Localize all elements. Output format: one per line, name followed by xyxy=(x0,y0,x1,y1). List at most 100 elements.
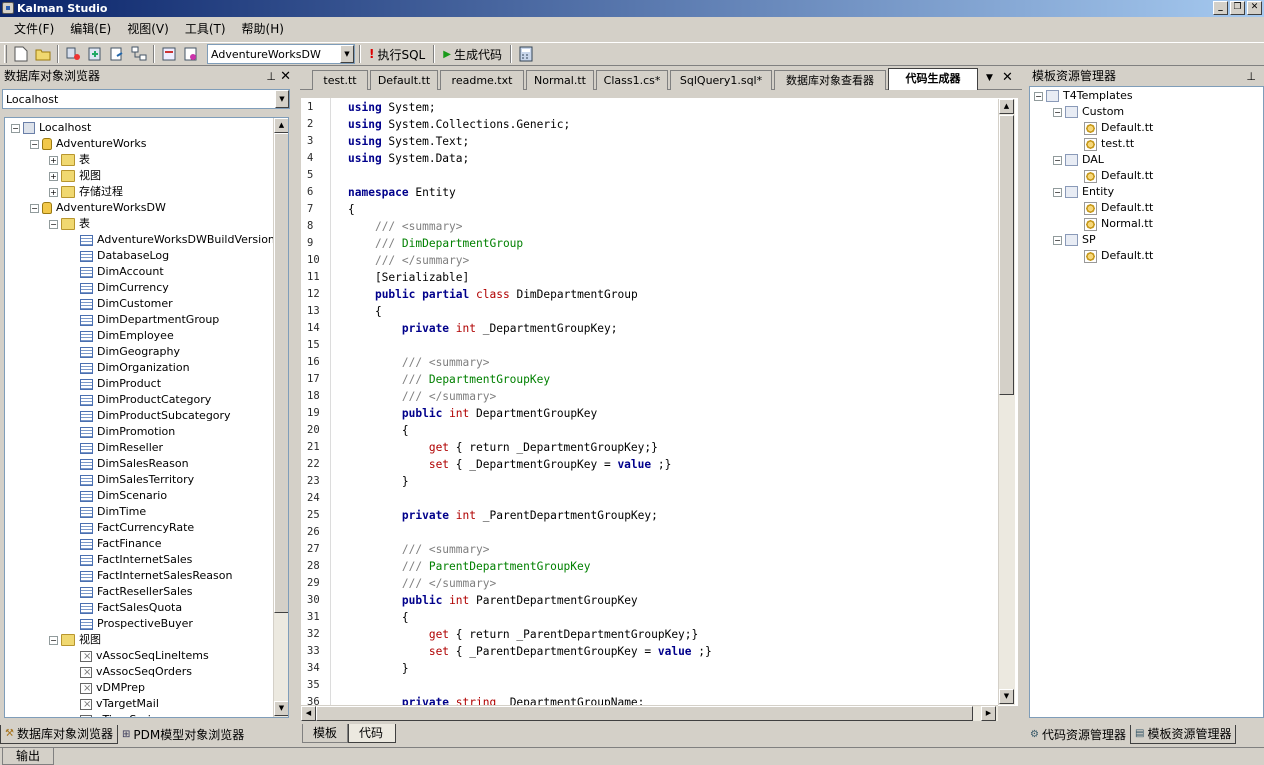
tree-node[interactable]: Default.tt xyxy=(1072,168,1153,184)
tree-node[interactable]: FactInternetSales xyxy=(68,552,192,568)
close-button[interactable]: ✕ xyxy=(1247,1,1262,15)
refresh-icon[interactable] xyxy=(85,44,105,64)
tab-code-explorer[interactable]: ⚙ 代码资源管理器 xyxy=(1026,725,1130,744)
scroll-thumb[interactable] xyxy=(274,133,288,613)
tree-node[interactable]: Normal.tt xyxy=(1072,216,1153,232)
tree-node[interactable]: − 视图 xyxy=(49,632,101,648)
collapse-icon[interactable]: − xyxy=(49,635,58,645)
tree-node[interactable]: Default.tt xyxy=(1072,120,1153,136)
tree-node[interactable]: DimTime xyxy=(68,504,146,520)
tree-node[interactable]: DimScenario xyxy=(68,488,167,504)
collapse-icon[interactable]: − xyxy=(1053,187,1062,197)
export-icon[interactable] xyxy=(107,44,127,64)
tree-node[interactable]: − SP xyxy=(1053,232,1096,248)
menu-edit[interactable]: 编辑(E) xyxy=(62,17,119,42)
tab-template[interactable]: 模板 xyxy=(302,724,349,743)
tree-node[interactable]: DimAccount xyxy=(68,264,164,280)
generate-code-button[interactable]: ▶ 生成代码 xyxy=(439,46,506,63)
menu-tools[interactable]: 工具(T) xyxy=(177,17,234,42)
tab-class1-cs[interactable]: Class1.cs* xyxy=(596,70,668,90)
tree-node[interactable]: − Localhost xyxy=(11,120,91,136)
tree-node[interactable]: − 表 xyxy=(49,216,90,232)
collapse-icon[interactable]: − xyxy=(11,123,20,133)
tree-node[interactable]: vTimeSeries xyxy=(68,712,163,717)
tab-readme-txt[interactable]: readme.txt xyxy=(440,70,524,90)
pdm-icon[interactable] xyxy=(159,44,179,64)
scroll-thumb[interactable] xyxy=(999,115,1014,395)
tab-db-object-viewer[interactable]: 数据库对象查看器 xyxy=(774,70,886,90)
tab-code[interactable]: 代码 xyxy=(348,724,397,743)
tree-node[interactable]: − Entity xyxy=(1053,184,1114,200)
tree-node[interactable]: Default.tt xyxy=(1072,248,1153,264)
open-folder-icon[interactable] xyxy=(33,44,53,64)
tree-node[interactable]: + 存储过程 xyxy=(49,184,123,200)
tree-node[interactable]: DimEmployee xyxy=(68,328,174,344)
pin-icon[interactable]: ⊥ xyxy=(266,67,276,86)
tree-node[interactable]: + 视图 xyxy=(49,168,101,184)
tab-default-tt[interactable]: Default.tt xyxy=(370,70,438,90)
collapse-icon[interactable]: − xyxy=(1053,155,1062,165)
tab-output[interactable]: 输出 xyxy=(2,748,54,765)
tree-node[interactable]: DimGeography xyxy=(68,344,180,360)
menu-view[interactable]: 视图(V) xyxy=(119,17,177,42)
tree-node[interactable]: DimProduct xyxy=(68,376,161,392)
chevron-down-icon[interactable]: ▼ xyxy=(340,45,354,63)
tree-node[interactable]: + 表 xyxy=(49,152,90,168)
tree-node[interactable]: DimProductSubcategory xyxy=(68,408,231,424)
editor-vertical-scrollbar[interactable]: ▲ ▼ xyxy=(998,99,1015,705)
tree-node[interactable]: FactInternetSalesReason xyxy=(68,568,232,584)
tree-node[interactable]: − T4Templates xyxy=(1034,88,1133,104)
execute-sql-button[interactable]: ! 执行SQL xyxy=(365,46,429,63)
close-icon[interactable]: ✕ xyxy=(280,67,291,86)
tree-node[interactable]: FactFinance xyxy=(68,536,162,552)
tab-test-tt[interactable]: test.tt xyxy=(312,70,368,90)
expand-icon[interactable]: + xyxy=(49,155,58,165)
scroll-thumb[interactable] xyxy=(316,706,973,721)
collapse-icon[interactable]: − xyxy=(30,139,39,149)
minimize-button[interactable]: _ xyxy=(1213,1,1228,15)
tree-node[interactable]: DimPromotion xyxy=(68,424,175,440)
tree-node[interactable]: DimOrganization xyxy=(68,360,190,376)
tab-database-browser[interactable]: ⚒ 数据库对象浏览器 xyxy=(0,725,118,744)
tree-node[interactable]: DimCurrency xyxy=(68,280,169,296)
expand-icon[interactable]: + xyxy=(49,187,58,197)
collapse-icon[interactable]: − xyxy=(1053,107,1062,117)
collapse-icon[interactable]: − xyxy=(49,219,58,229)
tree-node[interactable]: FactResellerSales xyxy=(68,584,193,600)
tree-node[interactable]: DimSalesTerritory xyxy=(68,472,194,488)
server-select[interactable]: Localhost ▼ xyxy=(2,89,290,109)
tree-node[interactable]: vAssocSeqLineItems xyxy=(68,648,209,665)
tree-node[interactable]: − DAL xyxy=(1053,152,1104,168)
tab-template-explorer[interactable]: ▤ 模板资源管理器 xyxy=(1129,725,1237,744)
scroll-up-icon[interactable]: ▲ xyxy=(999,99,1014,114)
scroll-down-icon[interactable]: ▼ xyxy=(999,689,1014,704)
chevron-down-icon[interactable]: ▼ xyxy=(275,90,289,108)
tree-node[interactable]: vTargetMail xyxy=(68,696,159,713)
tree-node[interactable]: FactCurrencyRate xyxy=(68,520,194,536)
menu-help[interactable]: 帮助(H) xyxy=(234,17,292,42)
tree-node[interactable]: − Custom xyxy=(1053,104,1124,120)
collapse-icon[interactable]: − xyxy=(1053,235,1062,245)
schema-icon[interactable] xyxy=(129,44,149,64)
tree-node[interactable]: DimReseller xyxy=(68,440,163,456)
calculator-icon[interactable] xyxy=(516,44,536,64)
scroll-right-icon[interactable]: ▶ xyxy=(981,706,996,721)
database-tree-scrollbar[interactable]: ▲ ▼ xyxy=(273,118,288,717)
menu-file[interactable]: 文件(F) xyxy=(6,17,62,42)
scroll-left-icon[interactable]: ◀ xyxy=(301,706,316,721)
tab-sqlquery1[interactable]: SqlQuery1.sql* xyxy=(670,70,772,90)
tree-node[interactable]: − AdventureWorksDW xyxy=(30,200,166,216)
scroll-down-icon[interactable]: ▼ xyxy=(274,701,288,716)
tree-node[interactable]: DimSalesReason xyxy=(68,456,189,472)
tab-code-generator[interactable]: 代码生成器 xyxy=(888,68,978,90)
collapse-icon[interactable]: − xyxy=(1034,91,1043,101)
code-editor[interactable]: 1 2 3 4 5 6 7 8 9 10 11 12 13 14 15 16 17 18 19 20 21 22 23 24 2… xyxy=(301,98,1018,706)
tree-node[interactable]: DimCustomer xyxy=(68,296,173,312)
tab-list-icon[interactable]: ▼ xyxy=(986,73,993,83)
tree-node[interactable]: DatabaseLog xyxy=(68,248,169,264)
tab-pdm-browser[interactable]: ⊞ PDM模型对象浏览器 xyxy=(117,725,249,744)
toolbar-grip[interactable] xyxy=(4,45,7,63)
pin-icon[interactable]: ⊥ xyxy=(1246,67,1256,86)
scroll-up-icon[interactable]: ▲ xyxy=(274,118,288,133)
tree-node[interactable]: DimProductCategory xyxy=(68,392,211,408)
